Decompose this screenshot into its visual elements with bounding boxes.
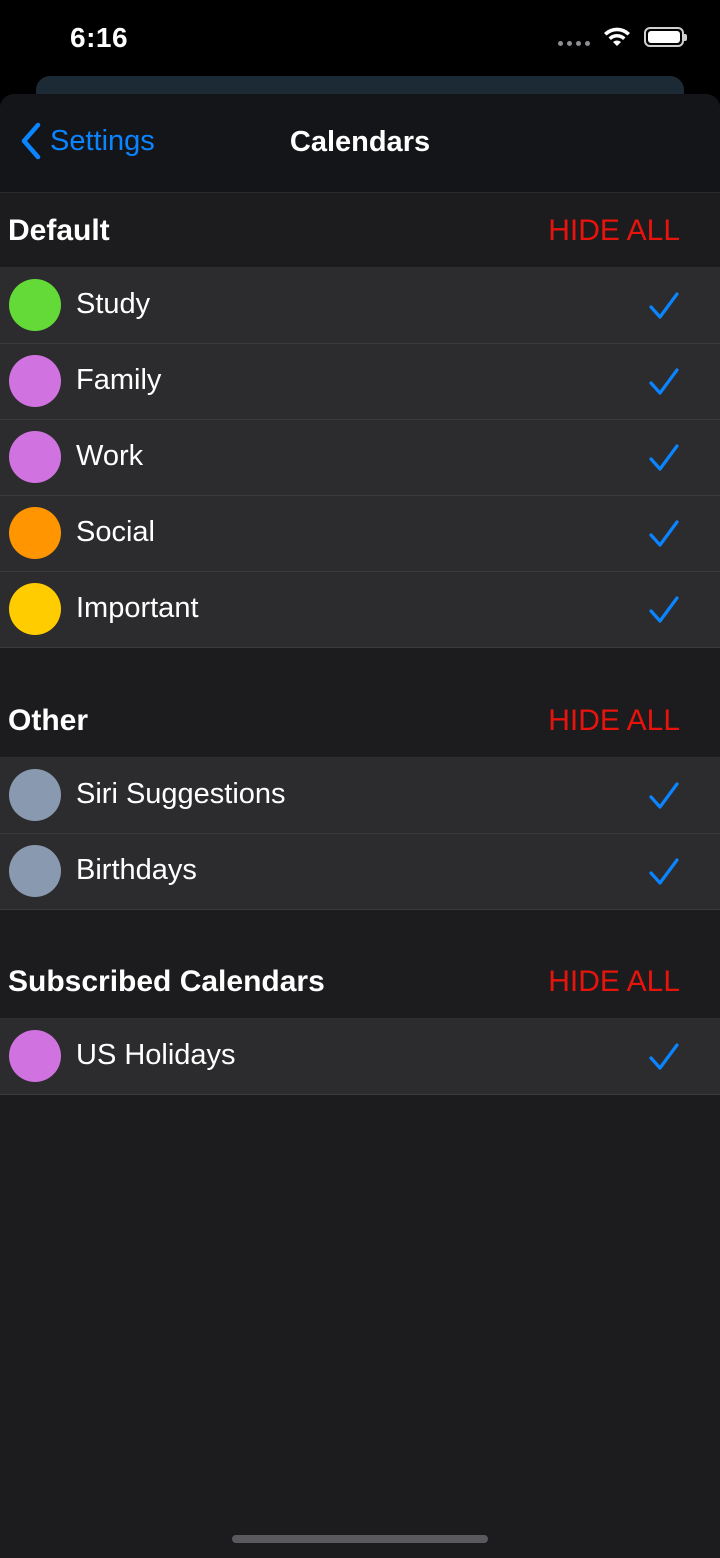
calendar-row-siri-suggestions[interactable]: Siri Suggestions: [0, 758, 720, 834]
calendar-label: Work: [76, 440, 144, 472]
calendar-row-birthdays[interactable]: Birthdays: [0, 834, 720, 910]
calendar-label: Family: [76, 364, 162, 396]
status-icons: [558, 26, 687, 48]
calendar-label: Siri Suggestions: [76, 778, 286, 810]
checkmark-icon: [649, 858, 679, 885]
calendar-color-dot: [9, 279, 61, 331]
calendar-label: Birthdays: [76, 854, 197, 886]
battery-icon: [644, 27, 687, 47]
calendar-row-family[interactable]: Family: [0, 344, 720, 420]
section-title: Subscribed Calendars: [8, 965, 325, 998]
checkmark-icon: [649, 292, 679, 319]
status-time: 6:16: [70, 22, 129, 53]
navigation-bar: Settings Calendars: [0, 94, 720, 193]
home-indicator[interactable]: [232, 1535, 488, 1543]
checkmark-icon: [649, 596, 679, 623]
calendar-row-us-holidays[interactable]: US Holidays: [0, 1019, 720, 1095]
calendar-row-social[interactable]: Social: [0, 496, 720, 572]
calendar-row-work[interactable]: Work: [0, 420, 720, 496]
calendar-label: US Holidays: [76, 1039, 236, 1071]
calendar-color-dot: [9, 355, 61, 407]
checkmark-icon: [649, 368, 679, 395]
calendar-row-study[interactable]: Study: [0, 268, 720, 344]
calendars-sheet: Settings Calendars Default HIDE ALL Stud…: [0, 94, 720, 1558]
section-header-default: Default HIDE ALL: [0, 192, 720, 268]
calendar-label: Study: [76, 288, 151, 320]
checkmark-icon: [649, 782, 679, 809]
calendar-row-important[interactable]: Important: [0, 572, 720, 648]
hide-all-button[interactable]: HIDE ALL: [548, 214, 680, 248]
calendar-label: Important: [76, 592, 199, 624]
calendar-color-dot: [9, 507, 61, 559]
calendar-color-dot: [9, 845, 61, 897]
hide-all-button[interactable]: HIDE ALL: [548, 704, 680, 738]
checkmark-icon: [649, 1043, 679, 1070]
section-header-other: Other HIDE ALL: [0, 682, 720, 758]
calendar-label: Social: [76, 516, 155, 548]
calendar-color-dot: [9, 769, 61, 821]
checkmark-icon: [649, 520, 679, 547]
wifi-icon: [604, 27, 630, 46]
checkmark-icon: [649, 444, 679, 471]
section-title: Default: [8, 214, 110, 247]
hide-all-button[interactable]: HIDE ALL: [548, 965, 680, 999]
status-bar: 6:16: [0, 0, 720, 80]
section-title: Other: [8, 704, 89, 737]
cellular-signal-icon: [558, 40, 590, 46]
calendar-color-dot: [9, 583, 61, 635]
page-title: Calendars: [289, 126, 431, 158]
calendar-color-dot: [9, 431, 61, 483]
calendar-color-dot: [9, 1030, 61, 1082]
section-header-subscribed: Subscribed Calendars HIDE ALL: [0, 943, 720, 1019]
